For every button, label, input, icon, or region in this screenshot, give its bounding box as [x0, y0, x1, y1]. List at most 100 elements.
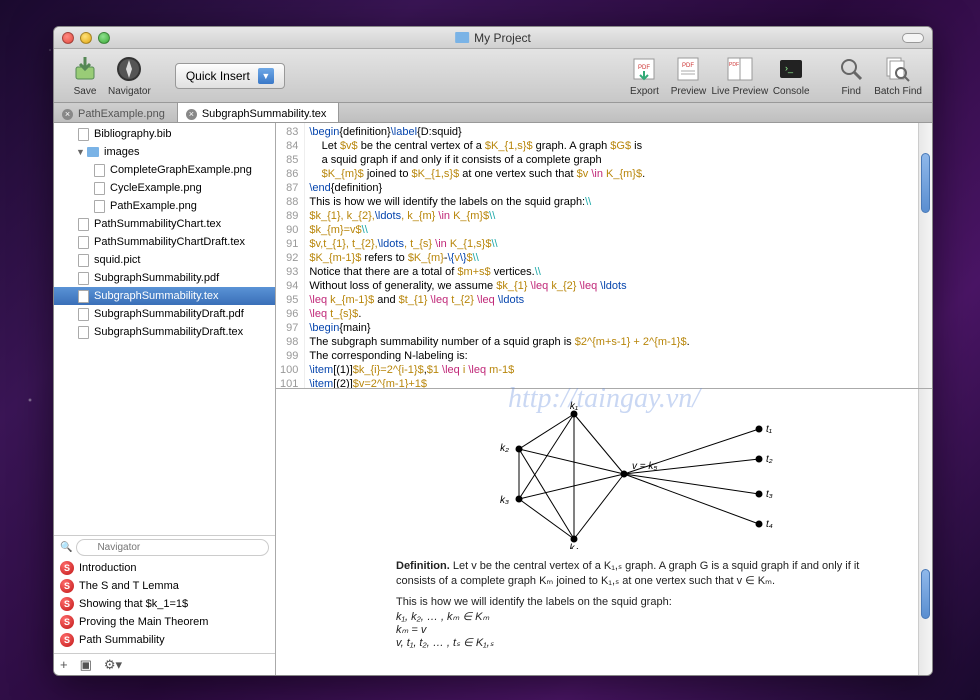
code-content[interactable]: \begin{definition}\label{D:squid} Let $v…: [305, 123, 693, 388]
tab-bar: × PathExample.png × SubgraphSummability.tex: [54, 103, 932, 123]
navigator-search-input[interactable]: [76, 539, 269, 556]
tab[interactable]: × SubgraphSummability.tex: [178, 103, 340, 122]
file-label: SubgraphSummabilityDraft.pdf: [94, 308, 244, 320]
navigator-item[interactable]: S The S and T Lemma: [54, 577, 275, 595]
export-button[interactable]: PDF Export: [623, 54, 665, 97]
tab-label: PathExample.png: [78, 108, 165, 120]
window-title-text: My Project: [474, 31, 531, 45]
action-button[interactable]: ▣: [80, 657, 92, 673]
svg-text:k₄: k₄: [569, 543, 578, 549]
definition-text: Definition. Let v be the central vertex …: [396, 559, 872, 589]
folder-icon: [455, 32, 469, 43]
svg-text:v = k₅: v = k₅: [632, 461, 657, 472]
batch-find-button[interactable]: Batch Find: [874, 54, 922, 97]
sidebar-footer: + ▣ ⚙▾: [54, 653, 275, 675]
tab[interactable]: × PathExample.png: [54, 103, 178, 122]
file-tree-item[interactable]: CompleteGraphExample.png: [54, 161, 275, 179]
svg-text:t₂: t₂: [766, 454, 773, 465]
navigator-button[interactable]: Navigator: [108, 54, 151, 97]
navigator-label: Proving the Main Theorem: [79, 616, 208, 628]
preview-line: This is how we will identify the labels …: [396, 595, 872, 610]
file-tree-item[interactable]: PathSummabilityChartDraft.tex: [54, 233, 275, 251]
chevron-down-icon: ▼: [258, 68, 274, 84]
tab-label: SubgraphSummability.tex: [202, 108, 327, 120]
document-icon: [92, 163, 106, 177]
navigator-item[interactable]: S Introduction: [54, 559, 275, 577]
disclosure-icon[interactable]: ▼: [76, 147, 86, 157]
navigator-item[interactable]: SProving the Main Theorem: [54, 613, 275, 631]
file-tree-item[interactable]: SubgraphSummability.pdf: [54, 269, 275, 287]
file-tree-item[interactable]: SubgraphSummability.tex: [54, 287, 275, 305]
svg-text:›_: ›_: [785, 63, 794, 73]
file-tree-item[interactable]: CycleExample.png: [54, 179, 275, 197]
document-icon: [76, 217, 90, 231]
file-label: SubgraphSummability.tex: [94, 290, 219, 302]
file-tree-item[interactable]: ▼ images: [54, 143, 275, 161]
navigator-item[interactable]: SPath Summability: [54, 631, 275, 649]
app-window: My Project Save Navigator Quick Insert ▼…: [53, 26, 933, 676]
document-icon: [76, 271, 90, 285]
window-controls: [54, 32, 110, 44]
find-button[interactable]: Find: [830, 54, 872, 97]
file-label: PathSummabilityChartDraft.tex: [94, 236, 245, 248]
file-tree-item[interactable]: Bibliography.bib: [54, 125, 275, 143]
file-label: PathExample.png: [110, 200, 197, 212]
file-tree-item[interactable]: PathExample.png: [54, 197, 275, 215]
find-label: Find: [841, 86, 860, 97]
main-area: 8384858687888990919293949596979899100101…: [276, 123, 932, 675]
preview-line: k₁, k₂, … , kₘ ∈ Kₘ: [396, 610, 872, 623]
editor-scrollbar[interactable]: [918, 123, 932, 388]
close-icon[interactable]: [62, 32, 74, 44]
navigator-label: The S and T Lemma: [79, 580, 179, 592]
batch-find-label: Batch Find: [874, 86, 922, 97]
navigator-item[interactable]: SShowing that $k_1=1$: [54, 595, 275, 613]
export-label: Export: [630, 86, 659, 97]
live-preview-button[interactable]: PDF Live Preview: [711, 54, 768, 97]
file-label: SubgraphSummability.pdf: [94, 272, 219, 284]
file-tree-item[interactable]: PathSummabilityChart.tex: [54, 215, 275, 233]
svg-text:PDF: PDF: [638, 65, 650, 71]
titlebar: My Project: [54, 27, 932, 49]
svg-text:PDF: PDF: [729, 62, 739, 68]
file-label: images: [104, 146, 139, 158]
console-button[interactable]: ›_ Console: [770, 54, 812, 97]
preview-button[interactable]: PDF Preview: [667, 54, 709, 97]
preview-line: v, t₁, t₂, … , tₛ ∈ K₁,ₛ: [396, 636, 872, 649]
navigator-label: Introduction: [79, 562, 136, 574]
document-icon: [76, 325, 90, 339]
quick-insert-button[interactable]: Quick Insert ▼: [175, 63, 285, 89]
folder-icon: [86, 145, 100, 159]
toolbar-toggle-icon[interactable]: [902, 33, 924, 43]
document-icon: [76, 235, 90, 249]
pdf-preview[interactable]: k₁ k₂ k₃ k₄ v = k₅ t₁ t₂ t₃ t₄ Definitio…: [276, 388, 932, 675]
zoom-icon[interactable]: [98, 32, 110, 44]
line-gutter: 8384858687888990919293949596979899100101: [276, 123, 305, 388]
code-editor[interactable]: 8384858687888990919293949596979899100101…: [276, 123, 932, 388]
document-icon: [76, 307, 90, 321]
svg-text:k₂: k₂: [500, 443, 509, 454]
document-icon: [76, 127, 90, 141]
minimize-icon[interactable]: [80, 32, 92, 44]
live-preview-label: Live Preview: [711, 86, 768, 97]
sidebar: Bibliography.bib ▼ images CompleteGraphExam…: [54, 123, 276, 675]
save-label: Save: [74, 86, 97, 97]
file-label: PathSummabilityChart.tex: [94, 218, 221, 230]
save-button[interactable]: Save: [64, 54, 106, 97]
file-tree: Bibliography.bib ▼ images CompleteGraphExam…: [54, 123, 275, 535]
gear-icon[interactable]: ⚙▾: [104, 657, 122, 673]
body: Bibliography.bib ▼ images CompleteGraphExam…: [54, 123, 932, 675]
section-icon: S: [60, 579, 74, 593]
close-icon[interactable]: ×: [186, 109, 197, 120]
file-tree-item[interactable]: squid.pict: [54, 251, 275, 269]
file-tree-item[interactable]: SubgraphSummabilityDraft.pdf: [54, 305, 275, 323]
section-icon: S: [60, 561, 74, 575]
navigator-label: Showing that $k_1=1$: [79, 598, 188, 610]
navigator-label: Navigator: [108, 86, 151, 97]
preview-scrollbar[interactable]: [918, 389, 932, 675]
add-button[interactable]: +: [60, 657, 68, 672]
file-label: Bibliography.bib: [94, 128, 171, 140]
svg-text:t₄: t₄: [766, 519, 773, 530]
close-icon[interactable]: ×: [62, 109, 73, 120]
svg-text:k₃: k₃: [500, 495, 509, 506]
file-tree-item[interactable]: SubgraphSummabilityDraft.tex: [54, 323, 275, 341]
